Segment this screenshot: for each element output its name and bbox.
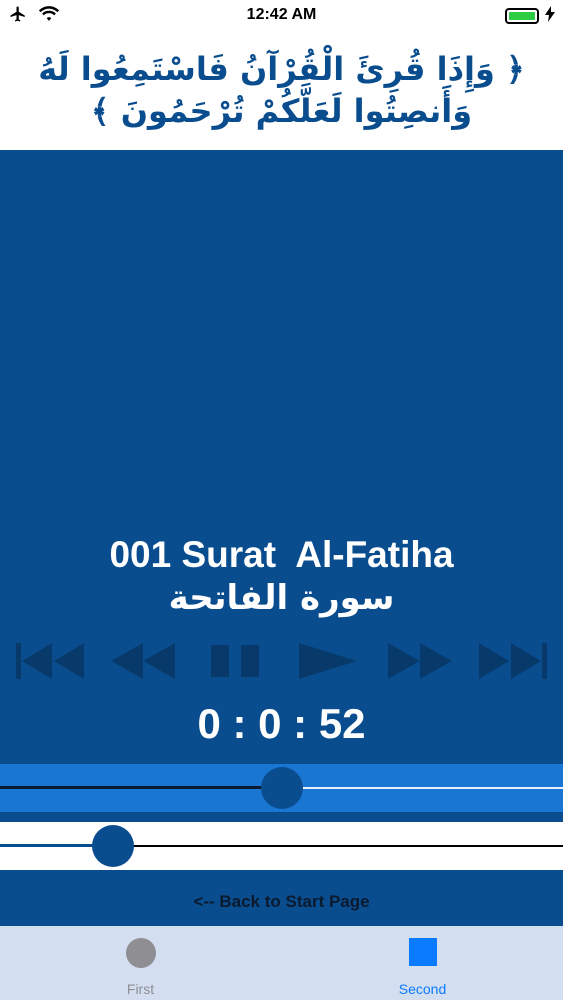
skip-to-start-button[interactable]	[14, 638, 86, 684]
skip-to-start-icon	[16, 643, 84, 679]
charging-bolt-icon	[545, 6, 555, 26]
rewind-button[interactable]	[107, 638, 179, 684]
pause-icon	[211, 645, 260, 677]
skip-to-end-icon	[478, 643, 547, 679]
fast-forward-button[interactable]	[384, 638, 456, 684]
status-bar: 12:42 AM	[0, 0, 563, 30]
position-slider[interactable]	[0, 764, 563, 812]
status-time: 12:42 AM	[246, 6, 317, 23]
tab-first[interactable]: First	[0, 926, 281, 1000]
tab-bar: First Second	[0, 926, 563, 1000]
verse-banner: ﴿ وَإِذَا قُرِئَ الْقُرْآنُ فَاسْتَمِعُو…	[0, 30, 563, 150]
rewind-icon	[110, 643, 175, 679]
back-to-start-link[interactable]: <-- Back to Start Page	[0, 892, 563, 912]
position-slider-fill	[0, 786, 282, 789]
elapsed-time: 0 : 0 : 52	[197, 700, 366, 747]
position-slider-thumb[interactable]	[260, 767, 303, 809]
tab-second[interactable]: Second	[282, 926, 563, 1000]
verse-line-1: ﴿ وَإِذَا قُرِئَ الْقُرْآنُ فَاسْتَمِعُو…	[38, 50, 525, 88]
status-right	[505, 6, 555, 26]
verse-line-2: وَأَنصِتُوا لَعَلَّكُمْ تُرْحَمُونَ ﴾	[90, 92, 473, 130]
surah-title-arabic: سورة الفاتحة	[168, 578, 395, 618]
tab-second-label: Second	[398, 981, 447, 997]
pause-button[interactable]	[199, 638, 271, 684]
fast-forward-icon	[388, 643, 453, 679]
square-icon	[408, 938, 437, 966]
surah-title-english: 001 Surat Al-Fatiha	[109, 534, 454, 575]
battery-icon	[505, 8, 539, 24]
tab-first-label: First	[126, 981, 155, 997]
play-icon	[298, 643, 357, 679]
playback-controls	[14, 638, 549, 684]
play-button[interactable]	[292, 638, 364, 684]
volume-slider-thumb[interactable]	[91, 825, 134, 867]
circle-icon	[125, 938, 156, 968]
volume-slider[interactable]	[0, 822, 563, 870]
skip-to-end-button[interactable]	[477, 638, 549, 684]
